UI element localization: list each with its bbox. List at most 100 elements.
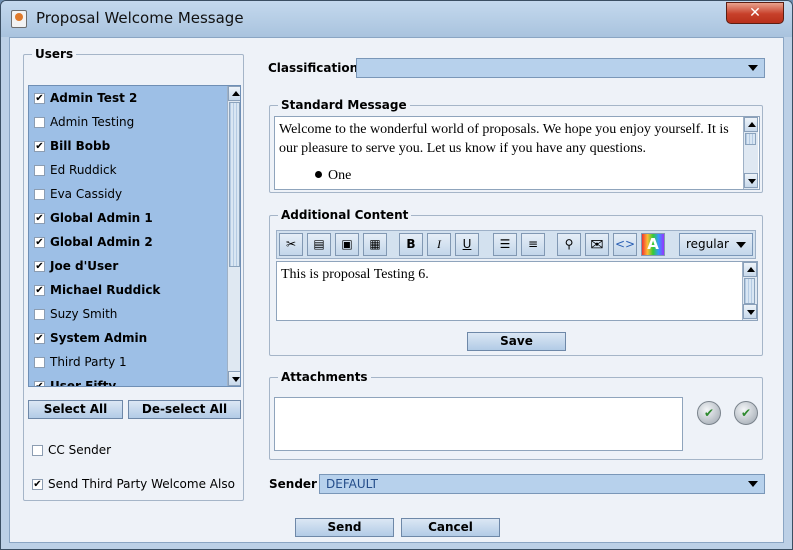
italic-button[interactable]: I: [427, 233, 451, 256]
attachments-list[interactable]: [274, 397, 683, 451]
bullet-icon: [315, 171, 322, 178]
user-label: Third Party 1: [50, 355, 127, 369]
user-list-item[interactable]: Admin Testing: [31, 110, 226, 134]
user-checkbox[interactable]: ✔: [34, 285, 45, 296]
scroll-down-button[interactable]: [228, 371, 240, 386]
additional-content-editor[interactable]: This is proposal Testing 6.: [276, 261, 758, 321]
remove-attachment-button[interactable]: ✔: [734, 401, 758, 425]
user-checkbox[interactable]: [34, 165, 45, 176]
add-attachment-icon: ✔: [703, 406, 715, 420]
scroll-thumb[interactable]: [744, 278, 755, 304]
user-list-item[interactable]: ✔ Global Admin 2: [31, 230, 226, 254]
users-list[interactable]: ✔ Admin Test 2 Admin Testing ✔ Bill Bobb Ed R…: [28, 85, 241, 387]
user-label: Ed Ruddick: [50, 163, 117, 177]
user-list-item[interactable]: Suzy Smith: [31, 302, 226, 326]
user-label: Michael Ruddick: [50, 283, 161, 297]
user-list-item[interactable]: ✔ Michael Ruddick: [31, 278, 226, 302]
style-dropdown[interactable]: regular: [679, 233, 753, 256]
bulleted-list-button[interactable]: ☰: [493, 233, 517, 256]
window-title: Proposal Welcome Message: [36, 9, 244, 27]
additional-content-scrollbar[interactable]: [742, 262, 757, 320]
paste-icon: ▣: [341, 237, 353, 251]
classification-dropdown[interactable]: [356, 58, 765, 78]
user-label: Global Admin 1: [50, 211, 153, 225]
scroll-up-button[interactable]: [743, 262, 757, 277]
close-button[interactable]: ✕: [726, 2, 784, 24]
standard-message-group: Standard Message Welcome to the wonderfu…: [269, 98, 763, 193]
send-button[interactable]: Send: [295, 518, 394, 537]
user-checkbox[interactable]: ✔: [34, 333, 45, 344]
scroll-up-button[interactable]: [228, 86, 240, 101]
send-third-party-label: Send Third Party Welcome Also: [48, 477, 235, 491]
user-label: Joe d'User: [50, 259, 119, 273]
copy-icon: ▤: [313, 237, 325, 251]
sender-dropdown[interactable]: DEFAULT: [319, 474, 765, 494]
chevron-down-icon: [748, 179, 756, 184]
title-bar[interactable]: Proposal Welcome Message ✕: [1, 1, 792, 37]
user-list-item[interactable]: ✔ Joe d'User: [31, 254, 226, 278]
classification-label: Classification: [268, 61, 359, 75]
user-checkbox[interactable]: [34, 357, 45, 368]
scroll-up-button[interactable]: [744, 117, 758, 132]
user-checkbox[interactable]: [34, 189, 45, 200]
cut-button[interactable]: ✂: [279, 233, 303, 256]
attachments-legend: Attachments: [278, 370, 371, 384]
user-checkbox[interactable]: ✔: [34, 141, 45, 152]
user-checkbox[interactable]: ✔: [34, 93, 45, 104]
standard-message-scrollbar[interactable]: [743, 117, 758, 189]
user-list-item[interactable]: Third Party 1: [31, 350, 226, 374]
users-legend: Users: [32, 47, 77, 61]
link-button[interactable]: ⚲: [557, 233, 581, 256]
remove-attachment-icon: ✔: [740, 406, 752, 420]
paste-special-button[interactable]: ▦: [363, 233, 387, 256]
user-list-item[interactable]: ✔ Global Admin 1: [31, 206, 226, 230]
paste-special-icon: ▦: [369, 237, 381, 251]
select-all-button[interactable]: Select All: [28, 400, 123, 419]
scroll-thumb[interactable]: [745, 133, 756, 145]
user-label: Global Admin 2: [50, 235, 153, 249]
scroll-thumb[interactable]: [229, 102, 240, 267]
chevron-down-icon: [748, 65, 758, 71]
deselect-all-button[interactable]: De-select All: [128, 400, 241, 419]
bold-button[interactable]: B: [399, 233, 423, 256]
underline-button[interactable]: U: [455, 233, 479, 256]
user-list-item[interactable]: ✔ Admin Test 2: [31, 86, 226, 110]
color-button[interactable]: A: [641, 233, 665, 256]
save-button[interactable]: Save: [467, 332, 566, 351]
user-list-item[interactable]: ✔ Bill Bobb: [31, 134, 226, 158]
code-button[interactable]: <>: [613, 233, 637, 256]
user-checkbox[interactable]: [34, 117, 45, 128]
cancel-button[interactable]: Cancel: [401, 518, 500, 537]
cc-sender-checkbox[interactable]: [32, 445, 43, 456]
dialog-content: Users ✔ Admin Test 2 Admin Testing ✔ Bill Bo…: [9, 37, 784, 543]
user-label: Bill Bobb: [50, 139, 111, 153]
user-checkbox[interactable]: [34, 309, 45, 320]
add-attachment-button[interactable]: ✔: [697, 401, 721, 425]
user-checkbox[interactable]: ✔: [34, 237, 45, 248]
scroll-down-button[interactable]: [744, 173, 758, 188]
scroll-down-button[interactable]: [743, 304, 757, 319]
user-checkbox[interactable]: ✔: [34, 261, 45, 272]
email-button[interactable]: ✉: [585, 233, 609, 256]
user-list-item[interactable]: Ed Ruddick: [31, 158, 226, 182]
standard-message-text[interactable]: Welcome to the wonderful world of propos…: [274, 116, 760, 190]
copy-button[interactable]: ▤: [307, 233, 331, 256]
user-label: Eva Cassidy: [50, 187, 123, 201]
user-checkbox[interactable]: ✔: [34, 213, 45, 224]
java-icon: [11, 10, 27, 28]
standard-message-paragraph: Welcome to the wonderful world of propos…: [279, 122, 729, 156]
users-scrollbar[interactable]: [227, 86, 240, 386]
user-list-item[interactable]: ✔ System Admin: [31, 326, 226, 350]
user-label: Suzy Smith: [50, 307, 118, 321]
user-label: Admin Testing: [50, 115, 135, 129]
user-checkbox[interactable]: ✔: [34, 381, 45, 386]
paste-button[interactable]: ▣: [335, 233, 359, 256]
chevron-up-icon: [747, 267, 755, 272]
numbered-list-button[interactable]: ≡: [521, 233, 545, 256]
send-third-party-checkbox[interactable]: ✔: [32, 479, 43, 490]
user-list-item[interactable]: ✔ User Fifty: [31, 374, 226, 386]
sender-label: Sender: [269, 477, 317, 491]
link-icon: ⚲: [564, 237, 574, 251]
user-list-item[interactable]: Eva Cassidy: [31, 182, 226, 206]
attachments-group: Attachments ✔ ✔: [269, 370, 763, 460]
